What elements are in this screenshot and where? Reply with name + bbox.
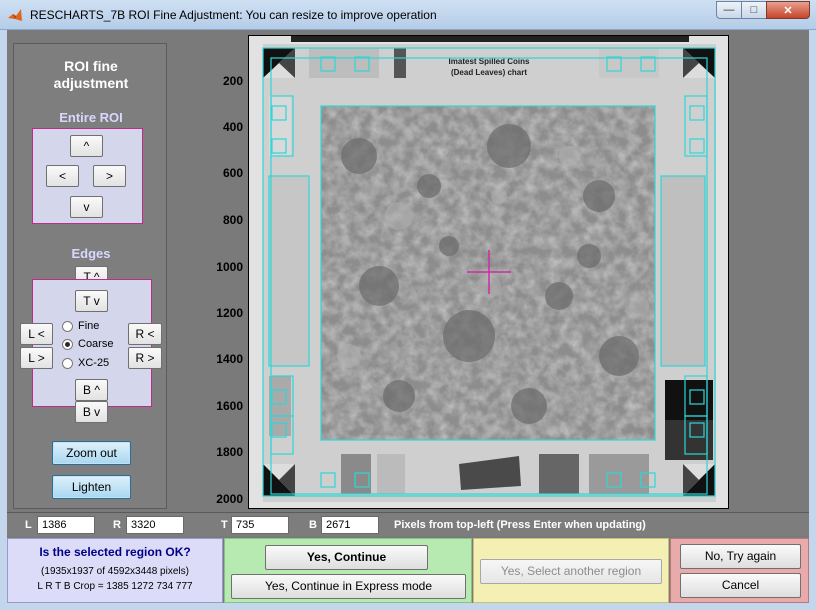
left-coord-field[interactable]: 1386	[37, 516, 95, 534]
minimize-button[interactable]: —	[716, 1, 742, 19]
chart-title-line2: (Dead Leaves) chart	[451, 68, 527, 77]
roi-control-panel: ROI fine adjustment Entire ROI ^ < > v E…	[13, 43, 167, 509]
panel-title: ROI fine adjustment	[53, 58, 129, 91]
y-tick-label: 400	[222, 120, 243, 134]
step-xc25-radio[interactable]: XC-25	[62, 357, 109, 369]
y-tick-label: 1200	[216, 306, 243, 320]
no-try-again-button[interactable]: No, Try again	[680, 544, 801, 569]
bottom-coord-field[interactable]: 2671	[321, 516, 379, 534]
left-coord-label: L	[25, 519, 32, 531]
no-panel: No, Try again Cancel	[670, 538, 809, 603]
y-tick-label: 1600	[216, 399, 243, 413]
region-ok-panel: Is the selected region OK? (1935x1937 of…	[7, 538, 223, 603]
yes-continue-button[interactable]: Yes, Continue	[265, 545, 428, 570]
bottom-coord-label: B	[309, 519, 317, 531]
coordinates-bar: L 1386 R 3320 T 735 B 2671 Pixels from t…	[7, 512, 809, 536]
title-bar: RESCHARTS_7B ROI Fine Adjustment: You ca…	[0, 0, 816, 30]
cancel-button[interactable]: Cancel	[680, 573, 801, 598]
y-tick-label: 2000	[216, 492, 243, 506]
y-tick-label: 1800	[216, 445, 243, 459]
radio-fine-label: Fine	[78, 320, 100, 332]
window-frame-right	[809, 30, 816, 610]
roi-right-button[interactable]: >	[93, 165, 126, 187]
roi-left-button[interactable]: <	[46, 165, 79, 187]
radio-coarse-dot	[62, 338, 73, 350]
top-coord-field[interactable]: 735	[231, 516, 289, 534]
bottom-up-button[interactable]: B ^	[75, 379, 108, 401]
yes-continue-express-button[interactable]: Yes, Continue in Express mode	[231, 574, 466, 599]
maximize-button[interactable]: □	[741, 1, 767, 19]
y-tick-label: 200	[222, 74, 243, 88]
y-tick-label: 600	[222, 166, 243, 180]
y-tick-label: 1400	[216, 352, 243, 366]
radio-xc25-label: XC-25	[78, 357, 110, 369]
dead-leaves-chart-image: Imatest Spilled Coins (Dead Leaves) char…	[249, 36, 728, 508]
zoom-out-button[interactable]: Zoom out	[52, 441, 131, 465]
radio-coarse-label: Coarse	[78, 338, 114, 350]
top-down-button[interactable]: T v	[75, 290, 108, 312]
matlab-icon	[8, 9, 22, 21]
window-frame-left	[0, 30, 7, 610]
step-fine-radio[interactable]: Fine	[62, 320, 99, 332]
region-size-info: (1935x1937 of 4592x3448 pixels)	[41, 566, 189, 577]
roi-down-button[interactable]: v	[70, 196, 103, 218]
right-left-button[interactable]: R <	[128, 323, 162, 345]
chart-image-view[interactable]: Imatest Spilled Coins (Dead Leaves) char…	[248, 35, 729, 509]
radio-xc25-dot	[62, 357, 73, 369]
left-left-button[interactable]: L <	[20, 323, 53, 345]
y-tick-label: 1000	[216, 260, 243, 274]
crop-info: L R T B Crop = 1385 1272 734 777	[37, 581, 193, 592]
bottom-down-button[interactable]: B v	[75, 401, 108, 423]
yes-select-another-button[interactable]: Yes, Select another region	[480, 559, 662, 584]
close-button[interactable]: ✕	[766, 1, 810, 19]
entire-roi-label: Entire ROI	[59, 110, 123, 125]
window-frame-bottom	[0, 603, 816, 610]
continue-panel: Yes, Continue Yes, Continue in Express m…	[224, 538, 472, 603]
y-tick-label: 800	[222, 213, 243, 227]
top-coord-label: T	[221, 519, 228, 531]
window-title: RESCHARTS_7B ROI Fine Adjustment: You ca…	[30, 8, 437, 22]
entire-roi-box: ^ < > v	[32, 128, 143, 224]
right-coord-field[interactable]: 3320	[126, 516, 184, 534]
edges-label: Edges	[71, 246, 111, 261]
lighten-button[interactable]: Lighten	[52, 475, 131, 499]
step-coarse-radio[interactable]: Coarse	[62, 338, 113, 350]
region-ok-question: Is the selected region OK?	[39, 545, 191, 559]
radio-fine-dot	[62, 320, 73, 332]
right-right-button[interactable]: R >	[128, 347, 162, 369]
right-coord-label: R	[113, 519, 121, 531]
roi-up-button[interactable]: ^	[70, 135, 103, 157]
coordinates-hint: Pixels from top-left (Press Enter when u…	[394, 519, 646, 531]
left-right-button[interactable]: L >	[20, 347, 53, 369]
select-another-panel: Yes, Select another region	[473, 538, 669, 603]
